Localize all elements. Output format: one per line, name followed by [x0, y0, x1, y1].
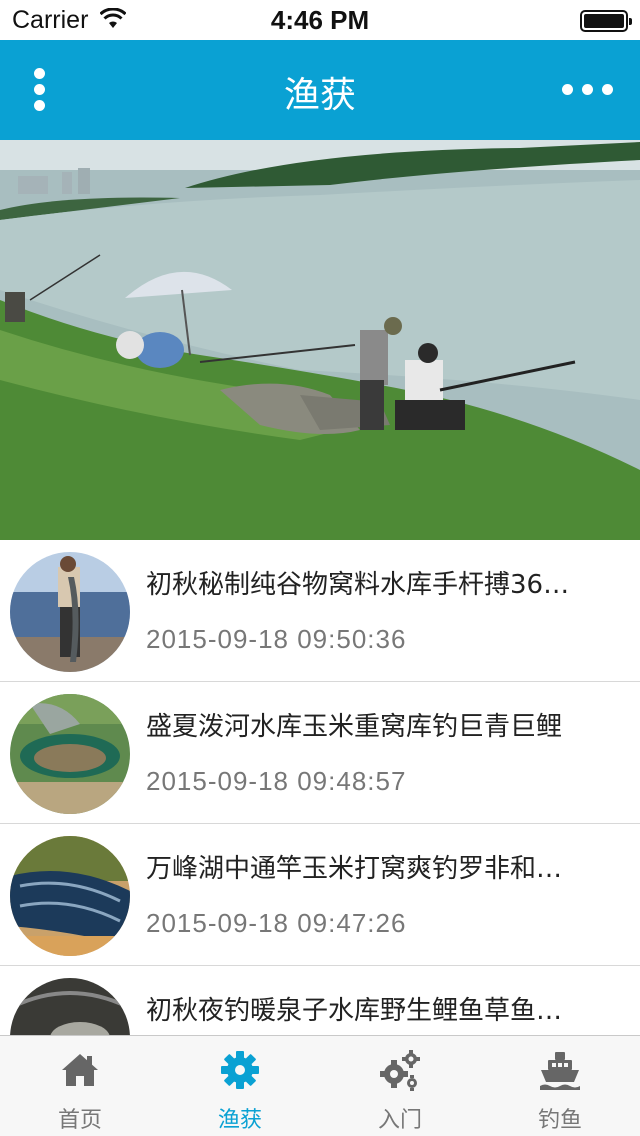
- article-time: 2015-09-18 09:48:57: [146, 766, 407, 796]
- gear-icon: [221, 1051, 259, 1089]
- article-thumbnail: [10, 552, 130, 672]
- page-title: 渔获: [283, 75, 356, 116]
- article-title: 万峰湖中通竿玉米打窝爽钓罗非和…: [146, 854, 563, 884]
- banner-image: [0, 140, 640, 540]
- article-thumbnail: [10, 694, 130, 814]
- article-time: 2015-09-18 09:50:36: [146, 624, 407, 654]
- article-thumbnail: [10, 978, 130, 1035]
- tab-label: 渔获: [217, 1108, 262, 1133]
- tab-bar: 首页 渔获 入门 钓鱼: [0, 1035, 640, 1136]
- gears-icon: [380, 1050, 420, 1091]
- article-title: 盛夏泼河水库玉米重窝库钓巨青巨鲤: [146, 712, 563, 742]
- home-icon: [62, 1054, 98, 1086]
- tab-label: 钓鱼: [537, 1108, 582, 1133]
- tab-catch[interactable]: 渔获: [160, 1036, 320, 1136]
- article-title: 初秋秘制纯谷物窝料水库手杆搏36…: [146, 570, 570, 600]
- list-item[interactable]: 万峰湖中通竿玉米打窝爽钓罗非和… 2015-09-18 09:47:26: [0, 824, 640, 966]
- more-dots-icon[interactable]: [562, 78, 618, 100]
- tab-fishing[interactable]: 钓鱼: [480, 1036, 640, 1136]
- tab-home[interactable]: 首页: [0, 1036, 160, 1136]
- list-item[interactable]: 初秋夜钓暖泉子水库野生鲤鱼草鱼…: [0, 966, 640, 1035]
- status-time: 4:46 PM: [270, 5, 370, 35]
- status-bar: Carrier 4:46 PM: [0, 0, 640, 40]
- article-title: 初秋夜钓暖泉子水库野生鲤鱼草鱼…: [146, 996, 563, 1026]
- article-thumbnail: [10, 836, 130, 956]
- article-list: 初秋秘制纯谷物窝料水库手杆搏36… 2015-09-18 09:50:36 盛夏…: [0, 540, 640, 1035]
- ship-icon: [540, 1052, 580, 1090]
- banner-carousel[interactable]: [0, 140, 640, 540]
- tab-label: 首页: [57, 1108, 102, 1133]
- tab-label: 入门: [377, 1108, 422, 1133]
- tab-intro[interactable]: 入门: [320, 1036, 480, 1136]
- article-time: 2015-09-18 09:47:26: [146, 908, 407, 938]
- list-item[interactable]: 盛夏泼河水库玉米重窝库钓巨青巨鲤 2015-09-18 09:48:57: [0, 682, 640, 824]
- battery-icon: [580, 10, 632, 32]
- nav-bar: 渔获: [0, 40, 640, 140]
- list-item[interactable]: 初秋秘制纯谷物窝料水库手杆搏36… 2015-09-18 09:50:36: [0, 540, 640, 682]
